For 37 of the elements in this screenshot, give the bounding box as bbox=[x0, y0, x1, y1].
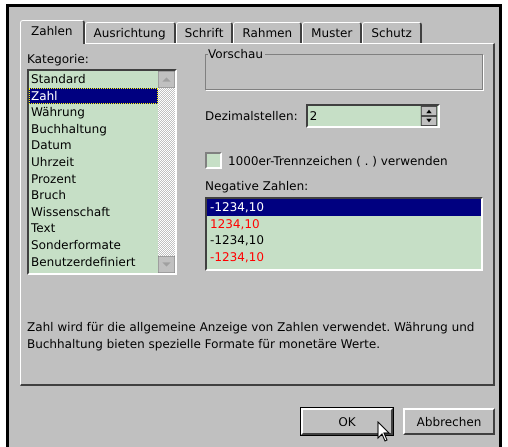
category-item[interactable]: Zahl bbox=[29, 88, 158, 104]
scrollbar[interactable] bbox=[158, 71, 175, 273]
category-item[interactable]: Buchhaltung bbox=[29, 120, 158, 138]
category-item[interactable]: Bruch bbox=[29, 187, 158, 204]
category-item[interactable]: Währung bbox=[29, 104, 158, 121]
tab[interactable]: Muster bbox=[302, 22, 362, 43]
mouse-pointer-icon bbox=[377, 421, 391, 443]
tab[interactable]: Zahlen bbox=[20, 20, 85, 44]
tab[interactable]: Schutz bbox=[362, 22, 422, 43]
tab[interactable]: Schrift bbox=[176, 22, 234, 43]
description-text: Zahl wird für die allgemeine Anzeige von Zahlen verwendet. Währung und Buchhaltung bieten spezielle Formate für monetäre Werte. bbox=[27, 319, 476, 353]
category-item[interactable]: Datum bbox=[29, 137, 158, 154]
ok-button[interactable]: OK bbox=[301, 408, 393, 435]
category-item[interactable]: Uhrzeit bbox=[29, 154, 158, 171]
cancel-button[interactable]: Abbrechen bbox=[403, 408, 495, 435]
negative-numbers-list[interactable]: -1234,10 1234,10 -1234,10 -1234,10 bbox=[205, 197, 483, 271]
checkbox-label: 1000er-Trennzeichen ( . ) verwenden bbox=[228, 154, 448, 168]
scroll-up-icon[interactable] bbox=[158, 71, 175, 88]
tab[interactable]: Rahmen bbox=[233, 22, 302, 43]
category-item[interactable]: Standard bbox=[29, 71, 158, 88]
category-item[interactable]: Benutzerdefiniert bbox=[29, 254, 158, 270]
decimals-spinbox[interactable]: 2 bbox=[306, 104, 440, 128]
checkbox[interactable] bbox=[205, 152, 222, 169]
negative-numbers-label: Negative Zahlen: bbox=[205, 179, 310, 194]
category-list[interactable]: Standard Zahl Währung Buchhaltung Datum Uhrzeit Prozent Bruch Wissenschaft Text Sonderformate Benutzerdefiniert bbox=[27, 69, 177, 275]
scroll-down-icon[interactable] bbox=[158, 256, 175, 273]
category-label: Kategorie: bbox=[27, 52, 90, 67]
category-item[interactable]: Prozent bbox=[29, 170, 158, 188]
decimals-label: Dezimalstellen: bbox=[205, 108, 298, 124]
category-item[interactable]: Wissenschaft bbox=[29, 204, 158, 220]
negative-number-item[interactable]: -1234,10 bbox=[207, 232, 481, 248]
negative-number-item[interactable]: -1234,10 bbox=[207, 199, 481, 216]
tab[interactable]: Ausrichtung bbox=[84, 22, 176, 43]
preview-label: Vorschau bbox=[208, 47, 265, 61]
category-item[interactable]: Text bbox=[29, 220, 158, 237]
spin-arrows-icon[interactable] bbox=[420, 106, 438, 126]
category-item[interactable]: Sonderformate bbox=[29, 236, 158, 254]
